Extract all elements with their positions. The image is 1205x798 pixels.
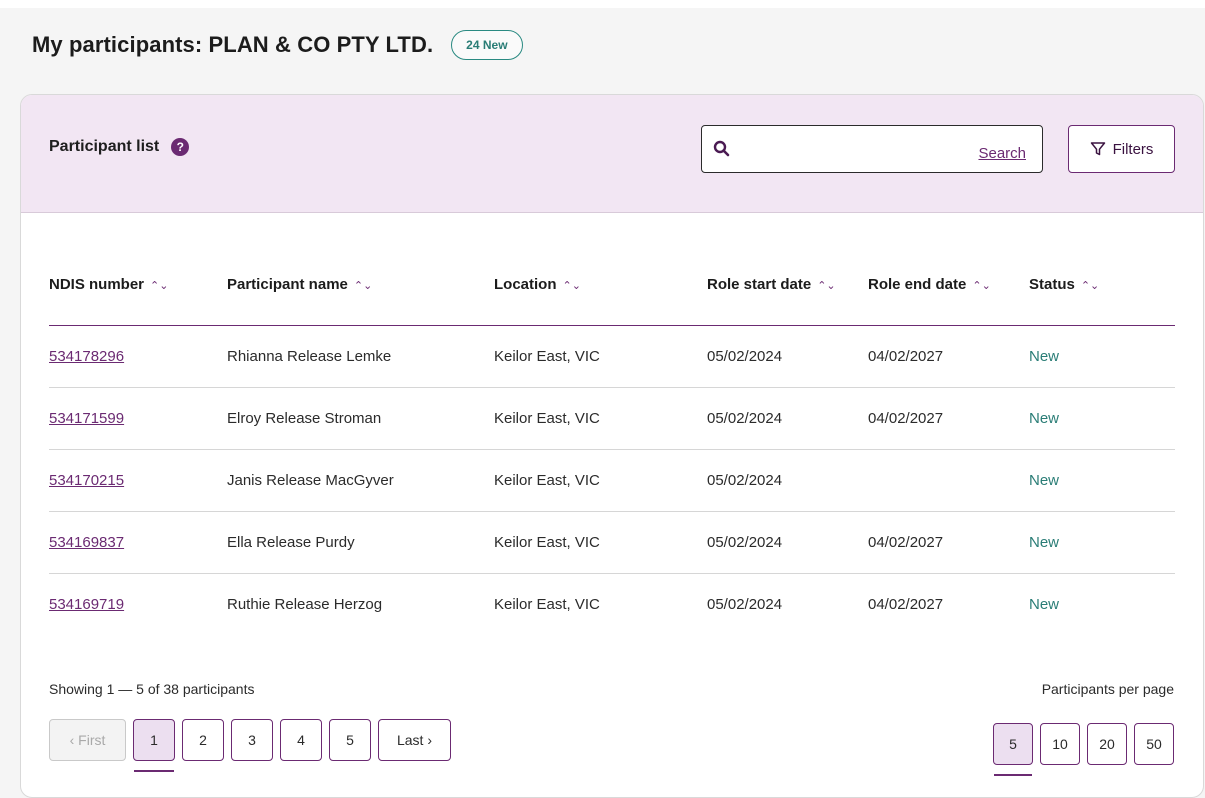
start-date-cell: 05/02/2024 xyxy=(707,595,783,613)
column-header-end-date[interactable]: Role end date ⌃⌄ xyxy=(868,245,1029,326)
table-row: 534171599 Elroy Release Stroman Keilor E… xyxy=(49,387,1175,450)
location-cell: Keilor East, VIC xyxy=(494,511,707,574)
ndis-cell: 534170215 xyxy=(49,449,227,512)
sort-icon[interactable]: ⌃⌄ xyxy=(354,280,372,292)
last-page-button[interactable]: Last › xyxy=(378,719,451,761)
ndis-cell: 534178296 xyxy=(49,325,227,388)
per-page-option-50[interactable]: 50 xyxy=(1134,723,1174,765)
column-header-name[interactable]: Participant name ⌃⌄ xyxy=(227,245,494,326)
status-cell: New xyxy=(1029,511,1175,574)
ndis-link[interactable]: 534178296 xyxy=(49,348,124,365)
per-page-option-5[interactable]: 5 xyxy=(993,723,1033,776)
per-page-option-10[interactable]: 10 xyxy=(1040,723,1080,765)
search-box: Search xyxy=(701,125,1043,173)
status-cell: New xyxy=(1029,595,1060,613)
page-button-5[interactable]: 5 xyxy=(329,719,371,761)
page-title: My participants: PLAN & CO PTY LTD. xyxy=(32,32,434,57)
participant-list-card: Participant list ? Search Filters NDIS n… xyxy=(20,94,1204,798)
start-date-cell: 05/02/2024 xyxy=(707,325,868,388)
start-date-cell: 05/02/2024 xyxy=(707,511,868,574)
sort-icon[interactable]: ⌃⌄ xyxy=(972,280,990,292)
sort-icon[interactable]: ⌃⌄ xyxy=(817,280,835,292)
name-cell: Ruthie Release Herzog xyxy=(227,595,383,613)
table-row: 534169837 Ella Release Purdy Keilor East… xyxy=(49,511,1175,574)
ndis-link[interactable]: 534171599 xyxy=(49,410,124,427)
page-button-3[interactable]: 3 xyxy=(231,719,273,761)
location-cell: Keilor East, VIC xyxy=(494,595,600,613)
search-input[interactable] xyxy=(738,126,979,172)
ndis-link[interactable]: 534170215 xyxy=(49,472,124,489)
ndis-cell: 534169837 xyxy=(49,511,227,574)
location-cell: Keilor East, VIC xyxy=(494,387,707,450)
list-title-group: Participant list ? xyxy=(49,138,190,156)
status-cell: New xyxy=(1029,325,1175,388)
start-date-cell: 05/02/2024 xyxy=(707,387,868,450)
ndis-cell: 534171599 xyxy=(49,387,227,450)
results-count: Showing 1 — 5 of 38 participants xyxy=(49,681,255,697)
first-page-button[interactable]: ‹ First xyxy=(49,719,126,761)
start-date-cell: 05/02/2024 xyxy=(707,449,868,512)
table-row: 534170215 Janis Release MacGyver Keilor … xyxy=(49,449,1175,512)
column-header-status[interactable]: Status ⌃⌄ xyxy=(1029,245,1175,326)
column-header-location[interactable]: Location ⌃⌄ xyxy=(494,245,707,326)
sort-icon[interactable]: ⌃⌄ xyxy=(150,280,168,292)
name-cell: Elroy Release Stroman xyxy=(227,387,494,450)
top-bar xyxy=(0,0,1205,8)
name-cell: Rhianna Release Lemke xyxy=(227,325,494,388)
name-cell: Janis Release MacGyver xyxy=(227,449,494,512)
per-page-label: Participants per page xyxy=(1041,681,1174,697)
end-date-cell xyxy=(868,449,1029,512)
search-button[interactable]: Search xyxy=(978,145,1026,162)
list-title: Participant list xyxy=(49,138,160,155)
ndis-link[interactable]: 534169719 xyxy=(49,596,124,613)
sort-icon[interactable]: ⌃⌄ xyxy=(1081,280,1099,292)
table-row: 534169719 Ruthie Release Herzog Keilor E… xyxy=(49,573,1175,635)
new-count-badge[interactable]: 24 New xyxy=(451,30,523,60)
page-button-4[interactable]: 4 xyxy=(280,719,322,761)
name-cell: Ella Release Purdy xyxy=(227,511,494,574)
end-date-cell: 04/02/2027 xyxy=(868,325,1029,388)
end-date-cell: 04/02/2027 xyxy=(868,595,944,613)
location-cell: Keilor East, VIC xyxy=(494,449,707,512)
list-toolbar: Participant list ? Search Filters xyxy=(21,95,1203,213)
column-header-start-date[interactable]: Role start date ⌃⌄ xyxy=(707,245,868,326)
status-cell: New xyxy=(1029,449,1175,512)
participants-table: NDIS number ⌃⌄ Participant name ⌃⌄ Locatio… xyxy=(49,245,1175,635)
per-page-option-20[interactable]: 20 xyxy=(1087,723,1127,765)
search-icon xyxy=(713,140,730,157)
sort-icon[interactable]: ⌃⌄ xyxy=(563,280,581,292)
ndis-cell: 534169719 xyxy=(49,573,227,635)
column-header-ndis[interactable]: NDIS number ⌃⌄ xyxy=(49,245,227,326)
location-cell: Keilor East, VIC xyxy=(494,325,707,388)
filter-icon xyxy=(1090,142,1105,156)
status-cell: New xyxy=(1029,387,1175,450)
filters-label: Filters xyxy=(1112,140,1154,158)
end-date-cell: 04/02/2027 xyxy=(868,511,1029,574)
filters-button[interactable]: Filters xyxy=(1068,125,1175,173)
per-page-selector: 5 10 20 50 xyxy=(993,723,1174,776)
page-button-1[interactable]: 1 xyxy=(133,719,175,772)
table-header-row: NDIS number ⌃⌄ Participant name ⌃⌄ Locatio… xyxy=(49,245,1175,326)
table-row: 534178296 Rhianna Release Lemke Keilor E… xyxy=(49,325,1175,388)
end-date-cell: 04/02/2027 xyxy=(868,387,1029,450)
page-header: My participants: PLAN & CO PTY LTD. 24 N… xyxy=(32,28,523,62)
pagination: ‹ First 1 2 3 4 5 Last › xyxy=(49,719,451,772)
help-icon[interactable]: ? xyxy=(171,138,190,156)
ndis-link[interactable]: 534169837 xyxy=(49,534,124,551)
page-button-2[interactable]: 2 xyxy=(182,719,224,761)
